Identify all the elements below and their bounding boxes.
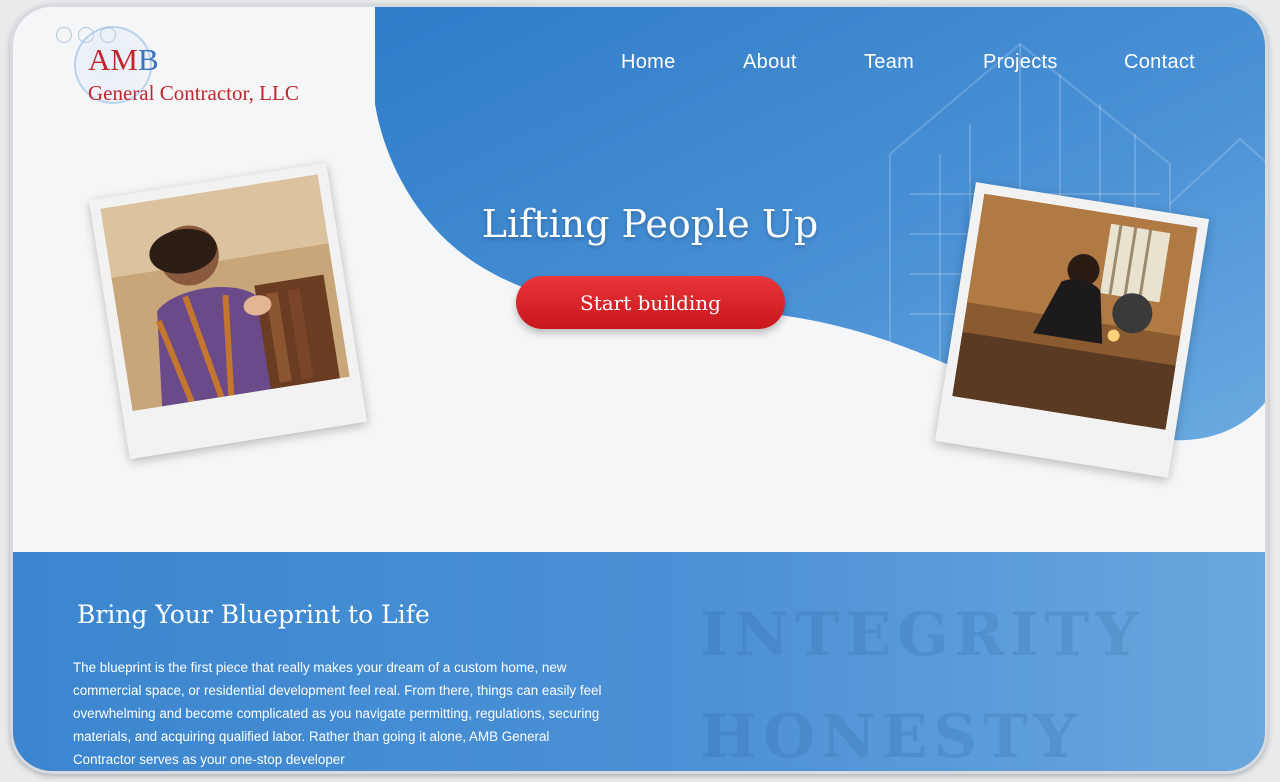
site-logo[interactable]: AMB General Contractor, LLC xyxy=(74,26,299,106)
watermark-honesty: HONESTY xyxy=(700,702,1083,772)
photo-polaroid-left xyxy=(88,162,368,460)
logo-mark: AMB xyxy=(88,42,159,77)
watermark-integrity: INTEGRITY xyxy=(700,600,1144,670)
nav-home[interactable]: Home xyxy=(621,51,676,74)
nav-about[interactable]: About xyxy=(743,51,797,74)
photo-woodworker-image xyxy=(100,174,350,412)
nav-team[interactable]: Team xyxy=(864,51,914,74)
section-body: The blueprint is the first piece that re… xyxy=(73,660,602,767)
nav-contact[interactable]: Contact xyxy=(1124,51,1195,74)
logo-subtitle: General Contractor, LLC xyxy=(88,81,299,105)
nav-projects[interactable]: Projects xyxy=(983,51,1058,74)
hero-title: Lifting People Up xyxy=(481,202,819,246)
browser-frame: AMB General Contractor, LLC Home About T… xyxy=(10,4,1268,774)
photo-saw-worker-image xyxy=(952,193,1198,430)
section-title: Bring Your Blueprint to Life xyxy=(77,600,430,629)
blueprint-section: INTEGRITY HONESTY Bring Your Blueprint t… xyxy=(10,552,1268,774)
photo-polaroid-right xyxy=(934,182,1210,478)
start-building-button[interactable]: Start building xyxy=(516,276,785,329)
